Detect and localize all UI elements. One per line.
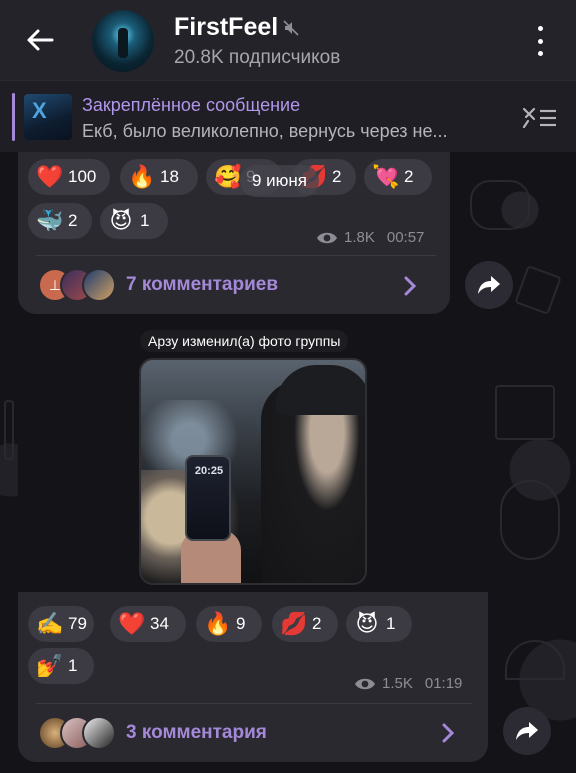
more-options-icon[interactable]: [532, 26, 548, 56]
eye-icon: [317, 232, 337, 243]
heart-icon: ❤️: [36, 164, 64, 189]
reaction-count: 1: [140, 211, 150, 230]
devil-icon: 😈: [109, 208, 133, 233]
whale-icon: 🐳: [36, 208, 64, 233]
avatar: [82, 716, 116, 750]
wallpaper-doodle: [495, 385, 555, 440]
share-button[interactable]: [503, 707, 551, 755]
reaction-chip[interactable]: 🔥 18: [120, 159, 198, 195]
eye-icon: [355, 678, 375, 689]
devil-icon: 😈: [355, 611, 379, 636]
nail-polish-icon: 💅: [36, 653, 64, 678]
heart-icon: ❤️: [118, 611, 146, 636]
reaction-count: 18: [160, 167, 179, 186]
group-photo[interactable]: 20:25: [139, 358, 367, 585]
reaction-count: 34: [150, 614, 169, 633]
reaction-chip[interactable]: 🐳 2: [28, 203, 92, 239]
reaction-chip[interactable]: 💅 1: [28, 648, 94, 684]
pinned-indicator: [12, 93, 15, 141]
avatar-figure: [118, 28, 128, 58]
wallpaper-doodle: [4, 400, 14, 460]
wallpaper-doodle: [514, 265, 562, 315]
reaction-count: 1: [386, 614, 396, 633]
message-time: 00:57: [386, 229, 425, 246]
reaction-chip[interactable]: ❤️ 100: [28, 159, 110, 195]
reaction-chip[interactable]: 😈 1: [100, 203, 168, 239]
photo-cap: [276, 365, 365, 415]
views-count: 1.5K: [382, 675, 413, 692]
share-arrow-icon: [516, 722, 538, 740]
reaction-count: 9: [236, 614, 246, 633]
wallpaper-doodle: [505, 640, 565, 680]
kiss-icon: 💋: [280, 611, 308, 636]
reaction-count: 2: [404, 167, 414, 186]
channel-title[interactable]: FirstFeel: [174, 13, 278, 42]
writing-hand-icon: ✍️: [36, 611, 64, 636]
comments-label: 7 комментариев: [126, 274, 279, 295]
phone-clock: 20:25: [194, 465, 224, 477]
reaction-count: 1: [68, 656, 78, 675]
fire-icon: 🔥: [128, 164, 156, 189]
wallpaper-doodle: [470, 180, 530, 230]
pinned-thumbnail: X: [24, 94, 72, 140]
pinned-thumbnail-logo: X: [32, 98, 47, 123]
comments-button[interactable]: 3 комментария: [38, 716, 267, 750]
reaction-count: 2: [68, 211, 78, 230]
reaction-chip[interactable]: ❤️ 34: [110, 606, 186, 642]
share-arrow-icon: [478, 276, 500, 294]
reaction-count: 79: [68, 614, 87, 633]
reaction-chip[interactable]: 😈 1: [346, 606, 412, 642]
subscriber-count: 20.8K подписчиков: [174, 47, 341, 68]
wallpaper-doodle: [500, 480, 560, 560]
back-arrow-icon[interactable]: [24, 24, 56, 56]
message-time: 01:19: [424, 675, 463, 692]
share-button[interactable]: [465, 261, 513, 309]
reaction-chip[interactable]: 💋 2: [272, 606, 338, 642]
reaction-count: 2: [312, 614, 322, 633]
divider: [36, 255, 436, 256]
reaction-chip[interactable]: 💘 2: [364, 159, 432, 195]
reaction-chip[interactable]: ✍️ 79: [28, 606, 94, 642]
photo-phone: 20:25: [185, 455, 231, 541]
chat-header: FirstFeel 20.8K подписчиков: [0, 0, 576, 80]
date-chip: 9 июня: [240, 165, 320, 197]
pinned-text: Екб, было великолепно, вернусь через не.…: [82, 121, 448, 141]
avatar: [82, 268, 116, 302]
message-meta: 1.5K 01:19: [354, 675, 462, 692]
chevron-right-icon[interactable]: [403, 276, 417, 296]
comments-label: 3 комментария: [126, 722, 267, 743]
pinned-list-icon[interactable]: [520, 103, 558, 133]
channel-avatar[interactable]: [92, 10, 154, 72]
smiling-hearts-icon: 🥰: [214, 164, 242, 189]
reaction-count: 100: [68, 167, 97, 186]
heart-arrow-icon: 💘: [372, 164, 400, 189]
message-meta: 1.8K 00:57: [316, 229, 424, 246]
views-count: 1.8K: [344, 229, 375, 246]
chevron-right-icon[interactable]: [441, 723, 455, 743]
reaction-count: 2: [332, 167, 342, 186]
comments-button[interactable]: ⊥ 7 комментариев: [38, 268, 278, 302]
fire-icon: 🔥: [204, 611, 232, 636]
pinned-title: Закреплённое сообщение: [82, 95, 301, 115]
reaction-chip[interactable]: 🔥 9: [196, 606, 262, 642]
muted-speaker-icon: [283, 20, 299, 36]
service-message: Арзу изменил(а) фото группы: [140, 330, 349, 352]
divider: [36, 703, 472, 704]
